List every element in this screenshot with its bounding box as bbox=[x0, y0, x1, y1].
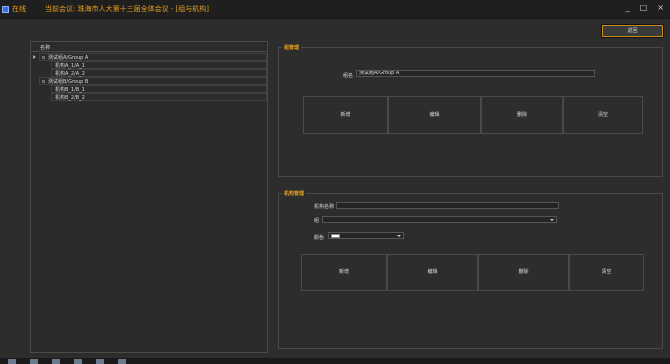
close-button[interactable]: × bbox=[657, 3, 664, 12]
org-edit-button[interactable]: 编辑 bbox=[387, 254, 478, 291]
maximize-button[interactable]: □ bbox=[640, 3, 648, 12]
org-delete-button[interactable]: 删除 bbox=[478, 254, 569, 291]
taskbar-app-icon[interactable] bbox=[74, 359, 82, 364]
group-add-button[interactable]: 新增 bbox=[303, 96, 388, 134]
online-status: 在线 bbox=[12, 5, 26, 13]
group-org-tree[interactable]: 名称 测试组A/Group A 机构A_1/A_1 机构A_2/A_2 测试组B… bbox=[30, 41, 268, 353]
tree-node-group-b[interactable]: 测试组B/Group B bbox=[39, 77, 267, 85]
taskbar-app-icon[interactable] bbox=[52, 359, 60, 364]
group-edit-button[interactable]: 编辑 bbox=[388, 96, 481, 134]
taskbar-app-icon[interactable] bbox=[96, 359, 104, 364]
org-name-field[interactable] bbox=[336, 202, 559, 209]
collapse-icon[interactable] bbox=[42, 80, 45, 83]
taskbar-app-icon[interactable] bbox=[30, 359, 38, 364]
org-color-select[interactable] bbox=[328, 232, 404, 239]
taskbar bbox=[0, 358, 670, 364]
collapse-icon[interactable] bbox=[42, 56, 45, 59]
current-row-indicator-icon bbox=[33, 55, 36, 59]
group-management-title: 组管理 bbox=[282, 44, 302, 51]
group-name-field[interactable]: 测试组A/Group A bbox=[356, 70, 595, 77]
minimize-button[interactable]: _ bbox=[626, 3, 630, 12]
tree-node-org-b1[interactable]: 机构B_1/B_1 bbox=[51, 85, 267, 93]
tree-node-org-a2[interactable]: 机构A_2/A_2 bbox=[51, 69, 267, 77]
group-management-panel: 组管理 组名 测试组A/Group A 新增 编辑 删除 清空 bbox=[278, 44, 663, 177]
org-clear-button[interactable]: 清空 bbox=[569, 254, 644, 291]
online-status-icon bbox=[2, 5, 9, 13]
tree-node-org-a1[interactable]: 机构A_1/A_1 bbox=[51, 61, 267, 69]
group-clear-button[interactable]: 清空 bbox=[563, 96, 643, 134]
tree-node-group-a[interactable]: 测试组A/Group A bbox=[39, 53, 267, 61]
org-add-button[interactable]: 新增 bbox=[301, 254, 387, 291]
org-color-label: 颜色 bbox=[314, 235, 325, 241]
tree-column-header: 名称 bbox=[31, 44, 267, 52]
taskbar-app-icon[interactable] bbox=[118, 359, 126, 364]
taskbar-app-icon[interactable] bbox=[8, 359, 16, 364]
tree-node-label: 机构B_2/B_2 bbox=[55, 95, 85, 101]
org-group-select[interactable] bbox=[322, 216, 557, 223]
return-button[interactable]: 返回 bbox=[601, 24, 664, 38]
title-bar: 在线 当前会议: 珠海市人大第十三届全体会议 - [组与机构] _ □ × bbox=[0, 0, 670, 19]
chevron-down-icon bbox=[550, 219, 554, 221]
color-swatch bbox=[331, 234, 340, 238]
org-name-label: 机构名称 bbox=[314, 204, 335, 210]
org-group-label: 组 bbox=[314, 218, 320, 224]
chevron-down-icon bbox=[397, 235, 401, 237]
meeting-title: 当前会议: 珠海市人大第十三届全体会议 - [组与机构] bbox=[45, 5, 210, 13]
group-delete-button[interactable]: 删除 bbox=[481, 96, 563, 134]
org-management-title: 机构管理 bbox=[282, 190, 307, 197]
org-management-panel: 机构管理 机构名称 组 颜色 新增 编辑 删除 清空 bbox=[278, 190, 663, 349]
tree-node-org-b2[interactable]: 机构B_2/B_2 bbox=[51, 93, 267, 101]
group-name-label: 组名 bbox=[343, 73, 354, 79]
